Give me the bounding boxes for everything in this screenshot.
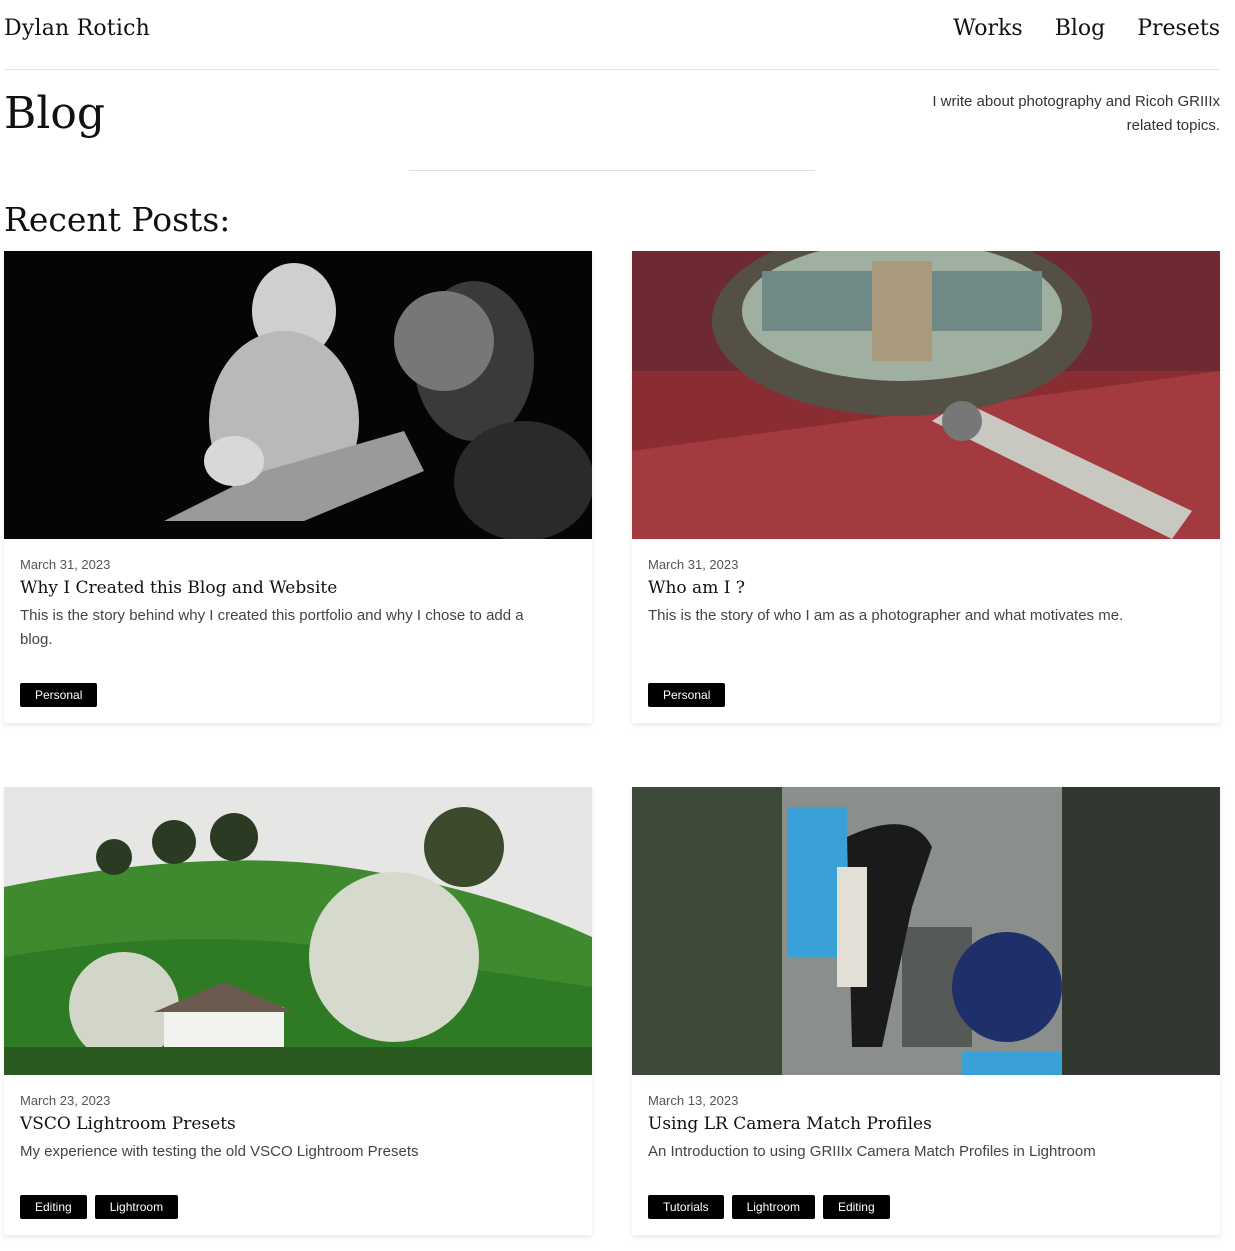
post-date: March 13, 2023 [648,1093,739,1108]
nav-item-presets[interactable]: Presets [1137,16,1220,41]
hero: Blog I write about photography and Ricoh… [4,70,1220,170]
page-title: Blog [4,88,106,139]
post-date: March 31, 2023 [20,557,111,572]
post-title[interactable]: Using LR Camera Match Profiles [648,1114,1204,1134]
tag-editing[interactable]: Editing [20,1195,87,1219]
post-card-body: March 23, 2023 VSCO Lightroom Presets My… [4,1075,592,1180]
post-title[interactable]: Why I Created this Blog and Website [20,578,576,598]
post-excerpt: This is the story behind why I created t… [20,607,524,648]
tag-personal[interactable]: Personal [20,683,98,707]
post-date: March 23, 2023 [20,1093,111,1108]
section-divider [409,170,815,171]
post-tags: Personal [20,683,98,707]
post-thumbnail-mirror[interactable] [632,251,1220,539]
post-title[interactable]: VSCO Lightroom Presets [20,1114,576,1134]
post-tags: Editing Lightroom [20,1195,179,1219]
main-nav: Works Blog Presets [953,16,1220,41]
post-card-body: March 31, 2023 Why I Created this Blog a… [4,539,592,668]
post-thumbnail-statue[interactable] [4,251,592,539]
page-description: I write about photography and Ricoh GRII… [932,93,1220,134]
post-title[interactable]: Who am I ? [648,578,1204,598]
post-date: March 31, 2023 [648,557,739,572]
tag-editing[interactable]: Editing [822,1195,890,1219]
post-card-body: March 13, 2023 Using LR Camera Match Pro… [632,1075,1220,1180]
brand-link[interactable]: Dylan Rotich [4,16,150,41]
nav-item-blog[interactable]: Blog [1055,16,1106,41]
post-thumbnail-hills[interactable] [4,787,592,1075]
post-card[interactable]: March 13, 2023 Using LR Camera Match Pro… [632,787,1220,1235]
post-excerpt: This is the story of who I am as a photo… [648,607,1124,624]
post-card[interactable]: March 23, 2023 VSCO Lightroom Presets My… [4,787,592,1235]
post-excerpt: My experience with testing the old VSCO … [20,1143,419,1160]
nav-item-works[interactable]: Works [953,16,1023,41]
tag-lightroom[interactable]: Lightroom [94,1195,179,1219]
post-card-body: March 31, 2023 Who am I ? This is the st… [632,539,1220,644]
post-tags: Tutorials Lightroom Editing [648,1195,890,1219]
post-excerpt: An Introduction to using GRIIIx Camera M… [648,1143,1096,1160]
post-card[interactable]: March 31, 2023 Why I Created this Blog a… [4,251,592,723]
tag-tutorials[interactable]: Tutorials [648,1195,724,1219]
site-header: Dylan Rotich Works Blog Presets [4,0,1220,70]
tag-lightroom[interactable]: Lightroom [731,1195,815,1219]
page: Dylan Rotich Works Blog Presets Blog I w… [4,0,1220,1235]
post-thumbnail-payphone[interactable] [632,787,1220,1075]
post-tags: Personal [648,683,726,707]
recent-posts-heading: Recent Posts: [4,200,231,239]
tag-personal[interactable]: Personal [648,683,726,707]
post-card[interactable]: March 31, 2023 Who am I ? This is the st… [632,251,1220,723]
